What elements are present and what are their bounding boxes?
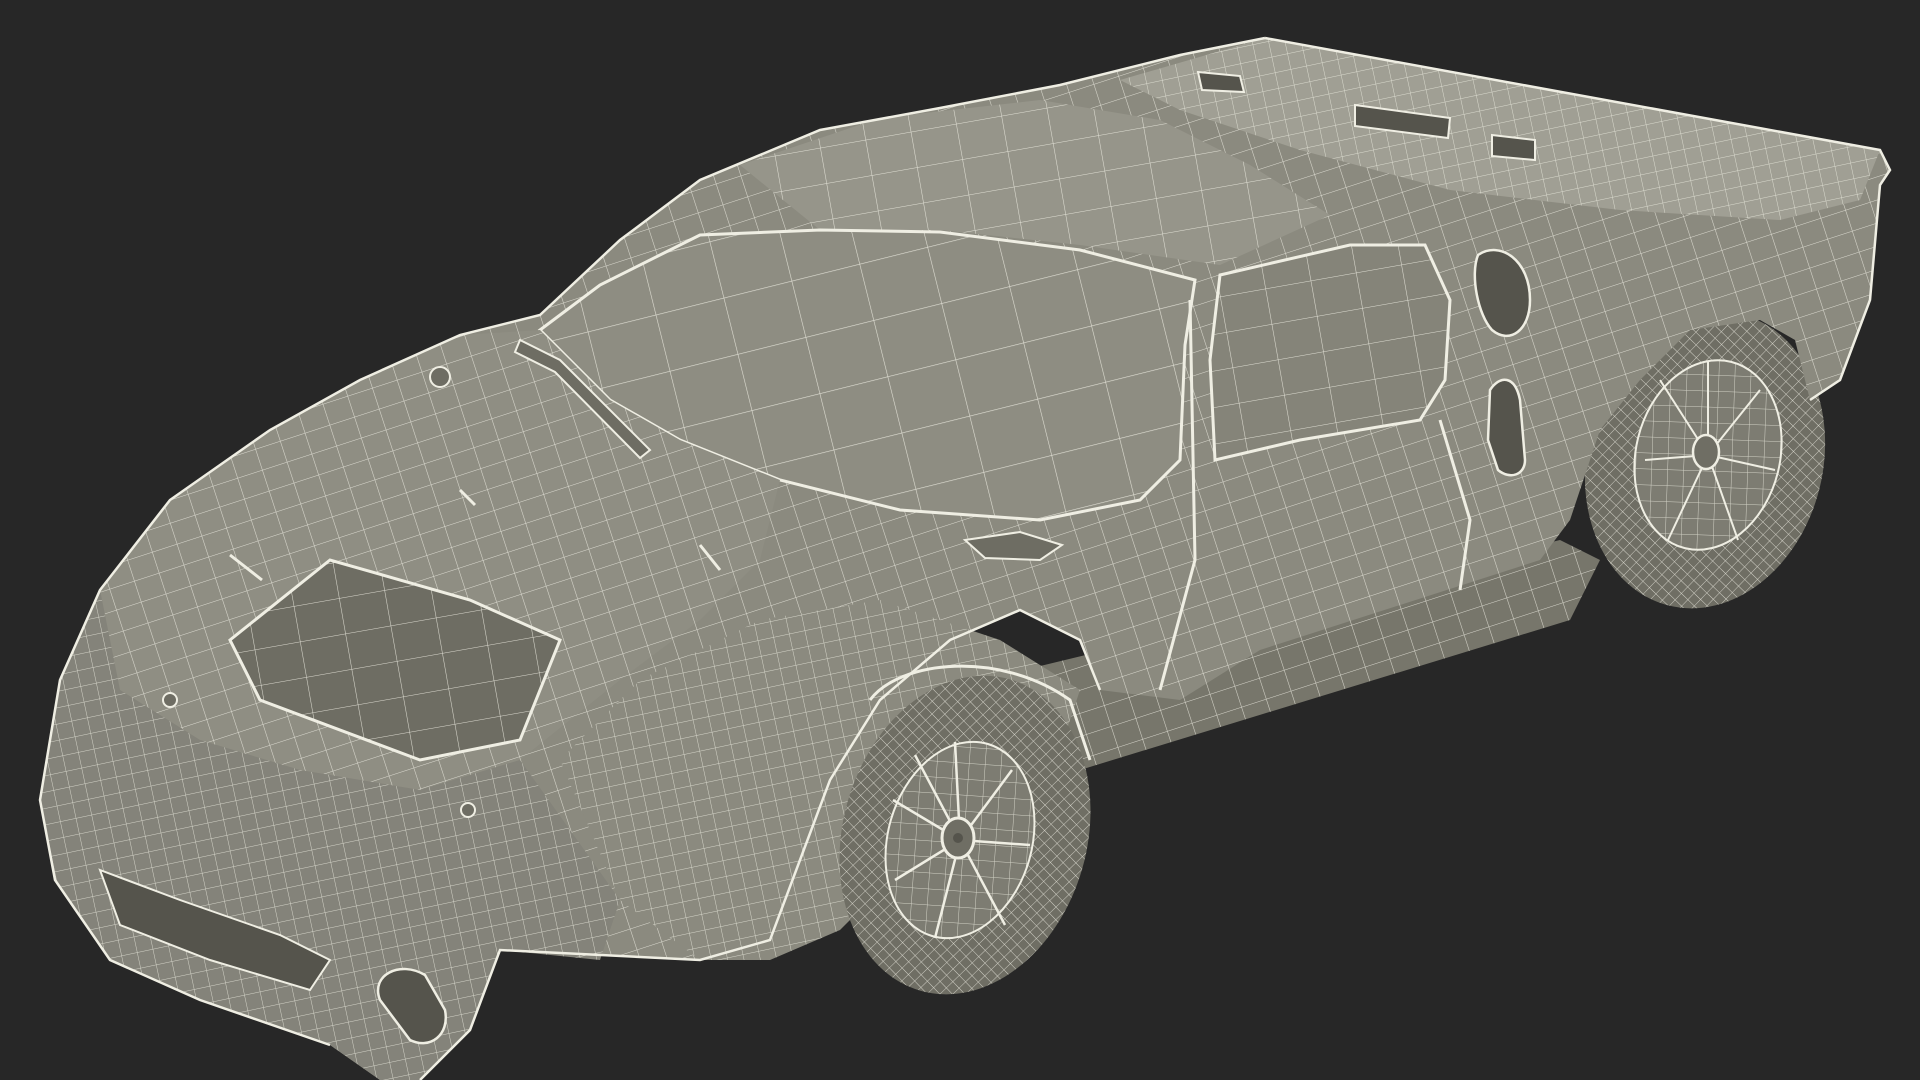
hood-pin [162, 692, 178, 708]
render-viewport [0, 0, 1920, 1080]
deck-vent-right [1491, 133, 1536, 162]
rear-hub [1691, 433, 1721, 471]
deck-vent-left [1196, 70, 1246, 94]
wireframe-car [38, 36, 1892, 1080]
